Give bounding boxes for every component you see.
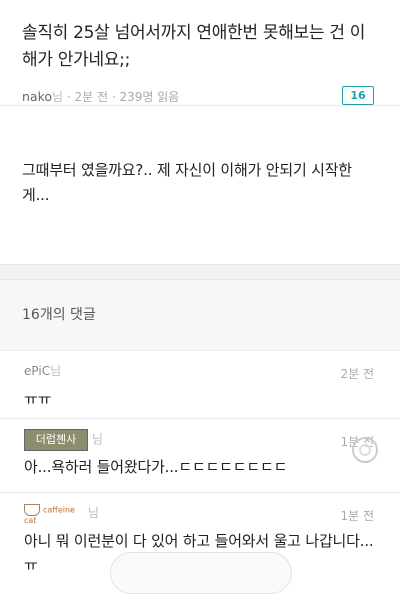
nickname-image: 더럽쳰사	[24, 429, 88, 451]
post-title: 솔직히 25살 넘어서까지 연애한번 못해보는 건 이해가 안가네요;;	[22, 23, 366, 70]
section-divider	[0, 264, 400, 280]
comment-time: 2분 전	[340, 367, 374, 381]
comment-author-suffix: 님	[91, 432, 103, 447]
comment-count-badge[interactable]: 16	[342, 86, 374, 105]
comment-text: 아...욕하러 들어왔다가...ㄷㄷㄷㄷㄷㄷㄷㄷ	[24, 458, 288, 476]
comment-author-suffix: 님	[87, 506, 99, 520]
post-header: 솔직히 25살 넘어서까지 연애한번 못해보는 건 이해가 안가네요;; nak…	[0, 0, 400, 106]
comment-author-suffix: 님	[50, 364, 62, 378]
comment-item: ePiC님 2분 전 ㅠㅠ	[0, 351, 400, 419]
comment-author-name: ePiC	[24, 364, 51, 378]
comment-time: 1분 전	[340, 509, 374, 523]
post-body: 그때부터 였을까요?.. 제 자신이 이해가 안되기 시작한게...	[22, 161, 352, 204]
post-time-views: · 2분 전 · 239명 읽음	[63, 90, 180, 104]
author-name[interactable]: nako	[22, 89, 52, 104]
loading-ring-icon	[352, 437, 378, 463]
author-suffix: 님	[52, 90, 64, 104]
comment-author[interactable]: ePiC님	[24, 361, 376, 381]
comment-author[interactable]: 더럽쳰사 님	[24, 429, 376, 451]
comment-item: 더럽쳰사 님 1분 전 아...욕하러 들어왔다가...ㄷㄷㄷㄷㄷㄷㄷㄷ	[0, 419, 400, 493]
caffeine-cat-logo-icon: caffeine cat	[24, 503, 84, 524]
comment-text: ㅠㅠ	[24, 390, 52, 408]
comments-header: 16개의 댓글	[0, 280, 400, 351]
comment-author[interactable]: caffeine cat 님	[24, 503, 376, 524]
floating-pill-button[interactable]	[110, 552, 292, 594]
post-meta: nako님 · 2분 전 · 239명 읽음	[22, 88, 179, 105]
